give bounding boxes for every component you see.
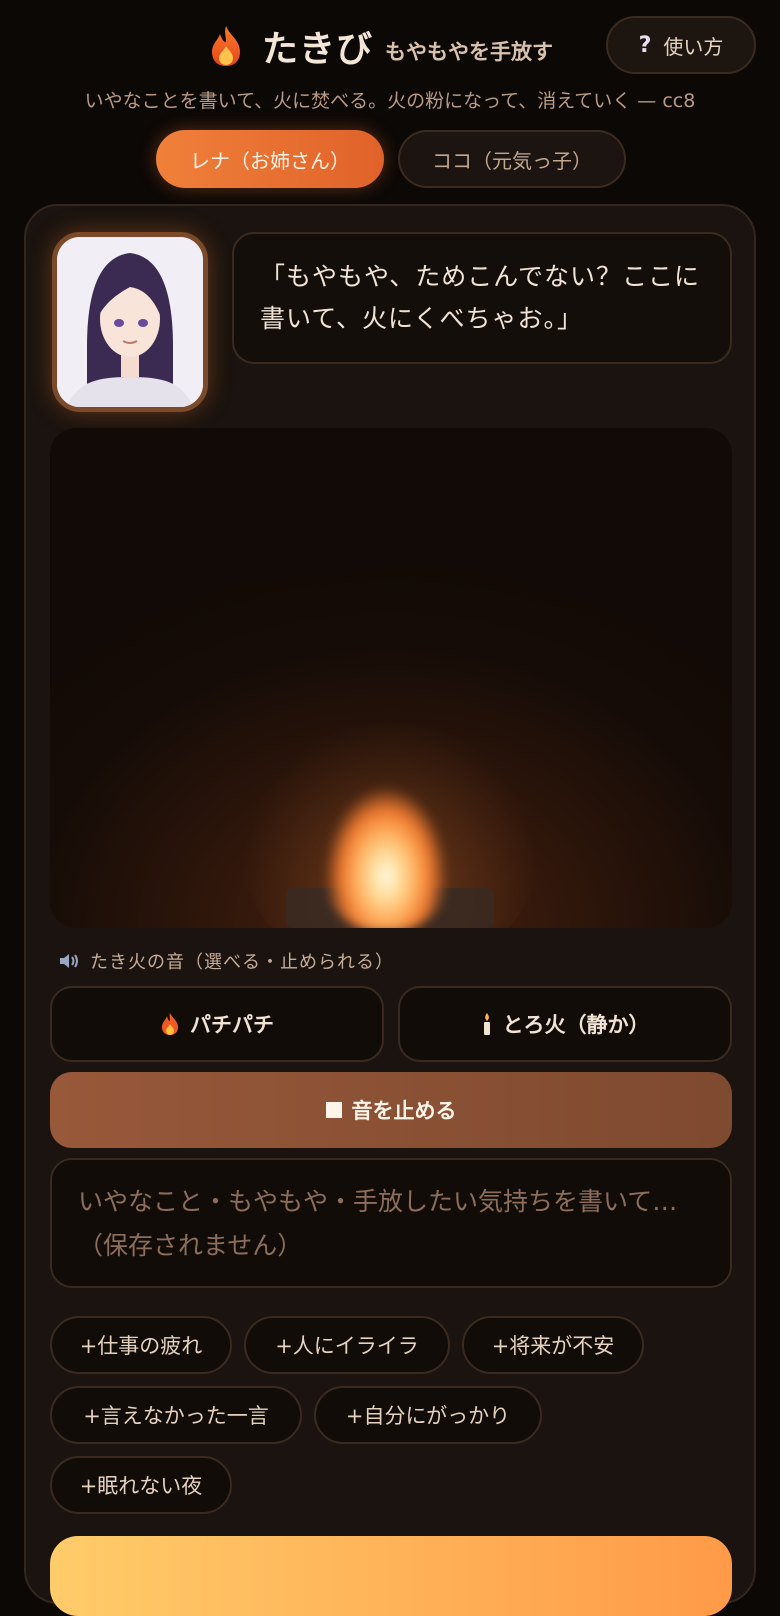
chip-future-anxiety[interactable]: +将来が不安 bbox=[462, 1316, 644, 1374]
speaker-icon bbox=[60, 954, 78, 968]
sound-ember-button[interactable]: とろ火（静か） bbox=[398, 986, 732, 1062]
character-avatar bbox=[52, 232, 208, 412]
app-title: たきび bbox=[262, 29, 374, 70]
sound-ember-label: とろ火（静か） bbox=[502, 1013, 650, 1037]
worry-input[interactable] bbox=[50, 1158, 732, 1288]
help-label: 使い方 bbox=[663, 34, 724, 59]
question-icon: ? bbox=[638, 32, 652, 58]
chip-work-fatigue[interactable]: +仕事の疲れ bbox=[50, 1316, 232, 1374]
fire-stage[interactable] bbox=[50, 428, 732, 928]
stop-sound-label: 音を止める bbox=[351, 1099, 457, 1123]
chip-self-disappointment[interactable]: +自分にがっかり bbox=[314, 1386, 542, 1444]
speech-bubble: 「もやもや、ためこんでない？ここに書いて、火にくべちゃお。」 bbox=[232, 232, 732, 364]
title-row: たきび もやもやを手放す bbox=[208, 22, 553, 70]
chip-sleepless-night[interactable]: +眠れない夜 bbox=[50, 1456, 232, 1514]
tab-rena[interactable]: レナ（お姉さん） bbox=[156, 130, 384, 188]
character-tabs: レナ（お姉さん） ココ（元気っ子） bbox=[156, 130, 626, 188]
tab-coco[interactable]: ココ（元気っ子） bbox=[398, 130, 626, 188]
flame-icon bbox=[162, 1013, 178, 1035]
app-tagline: もやもやを手放す bbox=[385, 40, 554, 64]
stop-icon bbox=[325, 1102, 342, 1118]
avatar-illustration bbox=[57, 237, 203, 407]
chip-people-irritation[interactable]: +人にイライラ bbox=[244, 1316, 450, 1374]
sound-crackle-button[interactable]: パチパチ bbox=[50, 986, 384, 1062]
flame-logo-icon bbox=[212, 26, 240, 66]
main-card: 「もやもや、ためこんでない？ここに書いて、火にくべちゃお。」 たき火の音（選べる… bbox=[24, 204, 756, 1616]
sound-label-text: たき火の音（選べる・止められる） bbox=[90, 952, 394, 973]
app-header: たきび もやもやを手放す ? 使い方 いやなことを書いて、火に焚べる。火の粉にな… bbox=[0, 0, 780, 200]
chip-unsaid-words[interactable]: +言えなかった一言 bbox=[50, 1386, 302, 1444]
sound-section-label: たき火の音（選べる・止められる） bbox=[58, 948, 394, 974]
candle-icon bbox=[483, 1013, 490, 1035]
help-button[interactable]: ? 使い方 bbox=[606, 16, 756, 74]
sound-crackle-label: パチパチ bbox=[190, 1013, 274, 1037]
stop-sound-button[interactable]: 音を止める bbox=[50, 1072, 732, 1148]
subtitle: いやなことを書いて、火に焚べる。火の粉になって、消えていく — cc8 bbox=[84, 90, 696, 112]
burn-button[interactable] bbox=[50, 1536, 732, 1616]
